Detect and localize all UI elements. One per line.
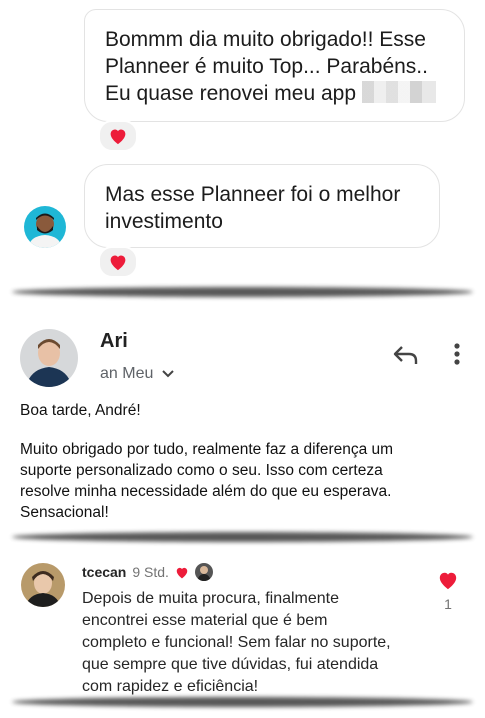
email-body-line: suporte personalizado como o seu. Isso c… xyxy=(20,462,383,479)
avatar[interactable] xyxy=(24,206,66,248)
heart-icon xyxy=(110,255,126,271)
avatar-image xyxy=(20,329,78,387)
divider-shadow xyxy=(12,287,473,297)
recipient-toggle[interactable]: an Meu xyxy=(100,365,175,383)
message-line: Mas esse Planneer foi o melhor xyxy=(105,183,401,206)
heart-icon xyxy=(439,572,457,590)
email-body-line: Sensacional! xyxy=(20,504,109,521)
email-body: Muito obrigado por tudo, realmente faz a… xyxy=(20,439,465,523)
comment-username[interactable]: tcecan xyxy=(82,564,126,580)
heart-icon xyxy=(176,567,188,578)
comment-line: completo e funcional! Sem falar no supor… xyxy=(82,634,391,651)
avatar-image xyxy=(24,206,66,248)
comment-panel: tcecan 9 Std. Depois de muita procura, f… xyxy=(0,548,485,698)
like-count: 1 xyxy=(444,596,452,612)
recipient-label: an Meu xyxy=(100,365,154,382)
more-options-button[interactable] xyxy=(445,340,469,368)
comment-meta: tcecan 9 Std. xyxy=(82,563,213,581)
chat-panel: Bommm dia muito obrigado!! Esse Planneer… xyxy=(0,0,485,285)
heart-icon xyxy=(110,129,126,145)
message-line: investimento xyxy=(105,210,223,233)
comment-line: com rapidez e eficiência! xyxy=(82,678,259,695)
comment-timestamp: 9 Std. xyxy=(132,564,169,580)
reply-icon xyxy=(393,346,418,364)
creator-avatar xyxy=(194,563,213,581)
email-body-line: resolve minha necessidade além do que eu… xyxy=(20,483,392,500)
message-line: Eu quase renovei meu app xyxy=(105,80,444,107)
message-line: Bommm dia muito obrigado!! Esse xyxy=(105,28,426,51)
avatar-image xyxy=(21,563,65,607)
message-bubble[interactable]: Bommm dia muito obrigado!! Esse Planneer… xyxy=(84,9,465,122)
avatar-image xyxy=(194,563,213,581)
divider-shadow xyxy=(12,697,473,707)
email-body-line: Muito obrigado por tudo, realmente faz a… xyxy=(20,441,394,458)
reply-button[interactable] xyxy=(392,341,420,369)
email-greeting: Boa tarde, André! xyxy=(20,402,141,419)
email-panel: Ari an Meu Boa tarde, André! Muito obrig… xyxy=(0,302,485,528)
message-line: Planneer é muito Top... Parabéns.. xyxy=(105,55,428,78)
comment-line: que sempre que tive dúvidas, fui atendid… xyxy=(82,656,379,673)
message-bubble[interactable]: Mas esse Planneer foi o melhor investime… xyxy=(84,164,440,248)
sender-name: Ari xyxy=(100,330,128,352)
like-button[interactable] xyxy=(437,570,459,590)
more-vertical-icon xyxy=(454,343,460,365)
reaction-badge[interactable] xyxy=(98,246,138,278)
comment-text: Depois de muita procura, finalmente enco… xyxy=(82,588,391,698)
comment-line: encontrei esse material que é bem xyxy=(82,612,328,629)
commenter-avatar[interactable] xyxy=(21,563,65,607)
reaction-badge[interactable] xyxy=(98,120,138,152)
sender-avatar[interactable] xyxy=(20,329,78,387)
redacted-blur xyxy=(361,81,436,103)
comment-line: Depois de muita procura, finalmente xyxy=(82,590,340,607)
divider-shadow xyxy=(12,532,473,542)
chevron-down-icon xyxy=(162,370,175,378)
